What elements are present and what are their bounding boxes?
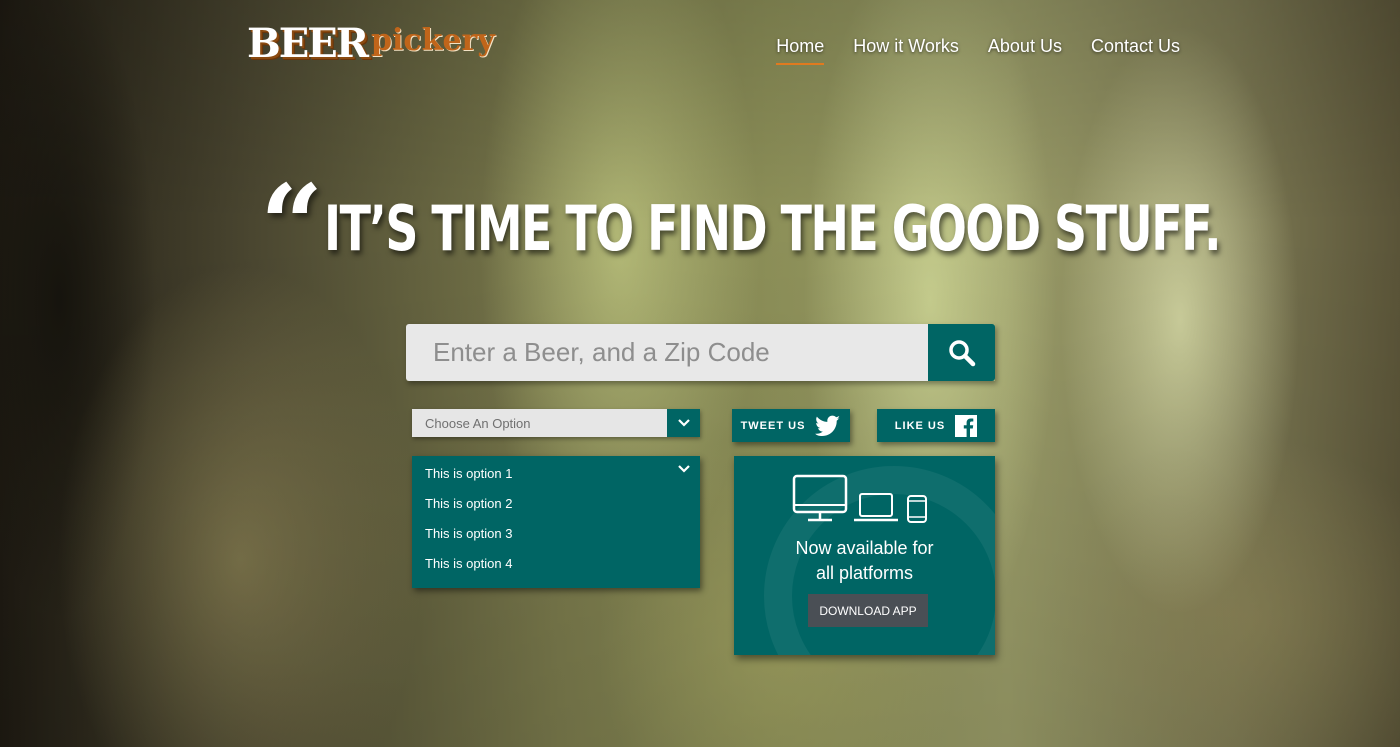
search-button[interactable] (928, 324, 995, 381)
desktop-icon (792, 474, 848, 522)
nav-home[interactable]: Home (776, 36, 825, 65)
select-toggle[interactable] (667, 409, 700, 437)
app-promo-card: Now available for all platforms DOWNLOAD… (734, 456, 995, 655)
search-input[interactable] (406, 324, 928, 381)
like-us-button[interactable]: LIKE US (877, 409, 995, 442)
site-logo[interactable]: BEER pickery (247, 22, 495, 70)
quote-mark-icon: “ (260, 160, 324, 289)
phone-icon (907, 495, 927, 523)
logo-beer-word: BEER (247, 20, 369, 67)
option-select[interactable]: Choose An Option (412, 409, 700, 437)
chevron-down-icon (677, 419, 690, 427)
chevron-down-icon[interactable] (677, 464, 691, 474)
twitter-bird-icon (815, 415, 841, 436)
hero-headline: IT’S TIME TO FIND THE GOOD STUFF. (324, 192, 1222, 265)
nav-how-it-works[interactable]: How it Works (853, 36, 959, 65)
laptop-icon (854, 493, 898, 522)
promo-line-1: Now available for (795, 538, 934, 558)
select-placeholder: Choose An Option (425, 415, 531, 431)
search-bar (406, 324, 995, 381)
nav-about-us[interactable]: About Us (988, 36, 1062, 65)
promo-text: Now available for all platforms (734, 536, 995, 586)
tweet-us-label: TWEET US (740, 419, 806, 432)
promo-line-2: all platforms (815, 563, 914, 583)
dropdown-option-3[interactable]: This is option 3 (412, 525, 700, 555)
dropdown-option-4[interactable]: This is option 4 (412, 555, 700, 585)
like-us-label: LIKE US (894, 419, 946, 432)
main-nav: Home How it Works About Us Contact Us (776, 36, 1180, 65)
download-app-button[interactable]: DOWNLOAD APP (808, 594, 928, 627)
facebook-icon (955, 414, 978, 437)
device-icons (792, 474, 927, 523)
logo-pickery-word: pickery (371, 23, 495, 58)
tweet-us-button[interactable]: TWEET US (732, 409, 850, 442)
dropdown-option-1[interactable]: This is option 1 (412, 465, 700, 495)
dropdown-option-2[interactable]: This is option 2 (412, 495, 700, 525)
nav-contact-us[interactable]: Contact Us (1091, 36, 1180, 65)
option-dropdown-list: This is option 1 This is option 2 This i… (412, 456, 700, 588)
search-icon (948, 339, 975, 366)
